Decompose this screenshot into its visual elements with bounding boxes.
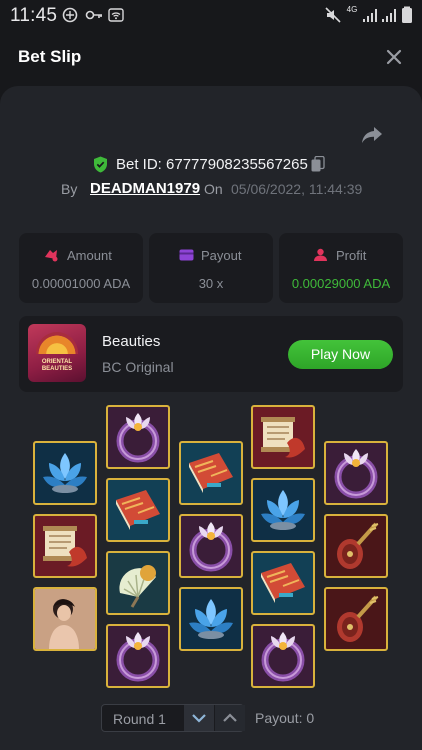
book-icon bbox=[261, 563, 305, 603]
profit-stat: Profit 0.00029000 ADA bbox=[279, 233, 403, 303]
book-icon bbox=[116, 490, 160, 530]
reel-symbol bbox=[251, 551, 315, 615]
close-icon bbox=[386, 49, 402, 65]
reel-symbol bbox=[324, 441, 388, 505]
pipa-icon bbox=[337, 522, 379, 569]
page-title: Bet Slip bbox=[18, 47, 82, 66]
network-label: 4G bbox=[346, 5, 358, 14]
amount-value: 0.00001000 ADA bbox=[31, 276, 131, 291]
lady-icon bbox=[35, 589, 95, 649]
scroll-icon bbox=[261, 417, 305, 458]
reel-symbol bbox=[106, 551, 170, 615]
lotus-icon bbox=[189, 599, 233, 639]
fan-icon bbox=[119, 565, 156, 608]
status-bar: 11:45 4G bbox=[0, 0, 422, 30]
lotus-icon bbox=[261, 490, 305, 530]
copy-icon bbox=[311, 155, 325, 172]
username-link[interactable]: DEADMAN1979 bbox=[90, 180, 200, 197]
game-name: Beauties bbox=[102, 333, 161, 350]
thumbnail-title: ORIENTAL BEAUTIES bbox=[41, 359, 73, 372]
on-label: On bbox=[204, 181, 223, 197]
mute-icon bbox=[324, 6, 342, 24]
lotus-icon bbox=[43, 453, 87, 493]
fan-icon bbox=[36, 332, 78, 354]
reel-symbol bbox=[33, 441, 97, 505]
ring-icon bbox=[116, 632, 160, 682]
pipa-icon bbox=[337, 595, 379, 642]
round-label: Round 1 bbox=[113, 711, 166, 727]
chevron-down-icon bbox=[192, 714, 206, 723]
share-icon bbox=[362, 127, 382, 143]
copy-button[interactable] bbox=[311, 155, 325, 172]
payout-label: Payout bbox=[201, 248, 242, 263]
amount-stat: Amount 0.00001000 ADA bbox=[19, 233, 143, 303]
wallet-icon bbox=[179, 248, 194, 262]
game-card: ORIENTAL BEAUTIES Beauties BC Original P… bbox=[19, 316, 403, 392]
reel-symbol bbox=[324, 587, 388, 651]
signal-icon bbox=[381, 6, 397, 24]
data-saver-icon bbox=[62, 7, 78, 23]
key-icon bbox=[85, 7, 103, 23]
by-label: By bbox=[61, 181, 78, 197]
shield-check-icon bbox=[93, 156, 108, 173]
payout-stat: Payout 30 x bbox=[149, 233, 273, 303]
battery-icon bbox=[400, 6, 414, 24]
wifi-icon bbox=[108, 7, 124, 23]
scroll-icon bbox=[43, 526, 87, 567]
close-button[interactable] bbox=[382, 45, 406, 69]
game-provider: BC Original bbox=[102, 359, 174, 375]
play-now-button[interactable]: Play Now bbox=[288, 340, 393, 369]
bet-id: Bet ID: 67777908235567265 bbox=[116, 156, 308, 173]
game-thumbnail[interactable]: ORIENTAL BEAUTIES bbox=[28, 324, 86, 382]
reel-symbol bbox=[33, 514, 97, 578]
ring-icon bbox=[261, 632, 305, 682]
profit-label: Profit bbox=[336, 248, 367, 263]
coins-icon bbox=[44, 248, 59, 262]
reel-symbol bbox=[179, 514, 243, 578]
reel-symbol bbox=[106, 478, 170, 542]
book-icon bbox=[189, 453, 233, 493]
share-button[interactable] bbox=[361, 125, 383, 145]
status-time: 11:45 bbox=[10, 5, 58, 26]
reel-symbol bbox=[179, 587, 243, 651]
user-profit-icon bbox=[313, 248, 328, 262]
payout-value: 30 x bbox=[198, 276, 224, 291]
ring-icon bbox=[334, 449, 378, 499]
reel-symbol bbox=[179, 441, 243, 505]
chevron-up-icon bbox=[223, 713, 237, 722]
reel-symbol bbox=[33, 587, 97, 651]
amount-label: Amount bbox=[67, 248, 112, 263]
round-prev-button[interactable] bbox=[215, 705, 245, 731]
bet-date: 05/06/2022, 11:44:39 bbox=[231, 181, 363, 197]
signal-icon bbox=[362, 6, 378, 24]
reel-symbol bbox=[106, 624, 170, 688]
reel-symbol bbox=[251, 624, 315, 688]
ring-icon bbox=[189, 522, 233, 572]
reel-symbol bbox=[251, 405, 315, 469]
ring-icon bbox=[116, 413, 160, 463]
reel-symbol bbox=[106, 405, 170, 469]
profit-value: 0.00029000 ADA bbox=[291, 276, 391, 291]
reel-symbol bbox=[251, 478, 315, 542]
reel-symbol bbox=[324, 514, 388, 578]
round-payout: Payout: 0 bbox=[255, 710, 315, 726]
round-next-button[interactable] bbox=[184, 705, 214, 731]
round-selector[interactable]: Round 1 bbox=[101, 704, 245, 732]
